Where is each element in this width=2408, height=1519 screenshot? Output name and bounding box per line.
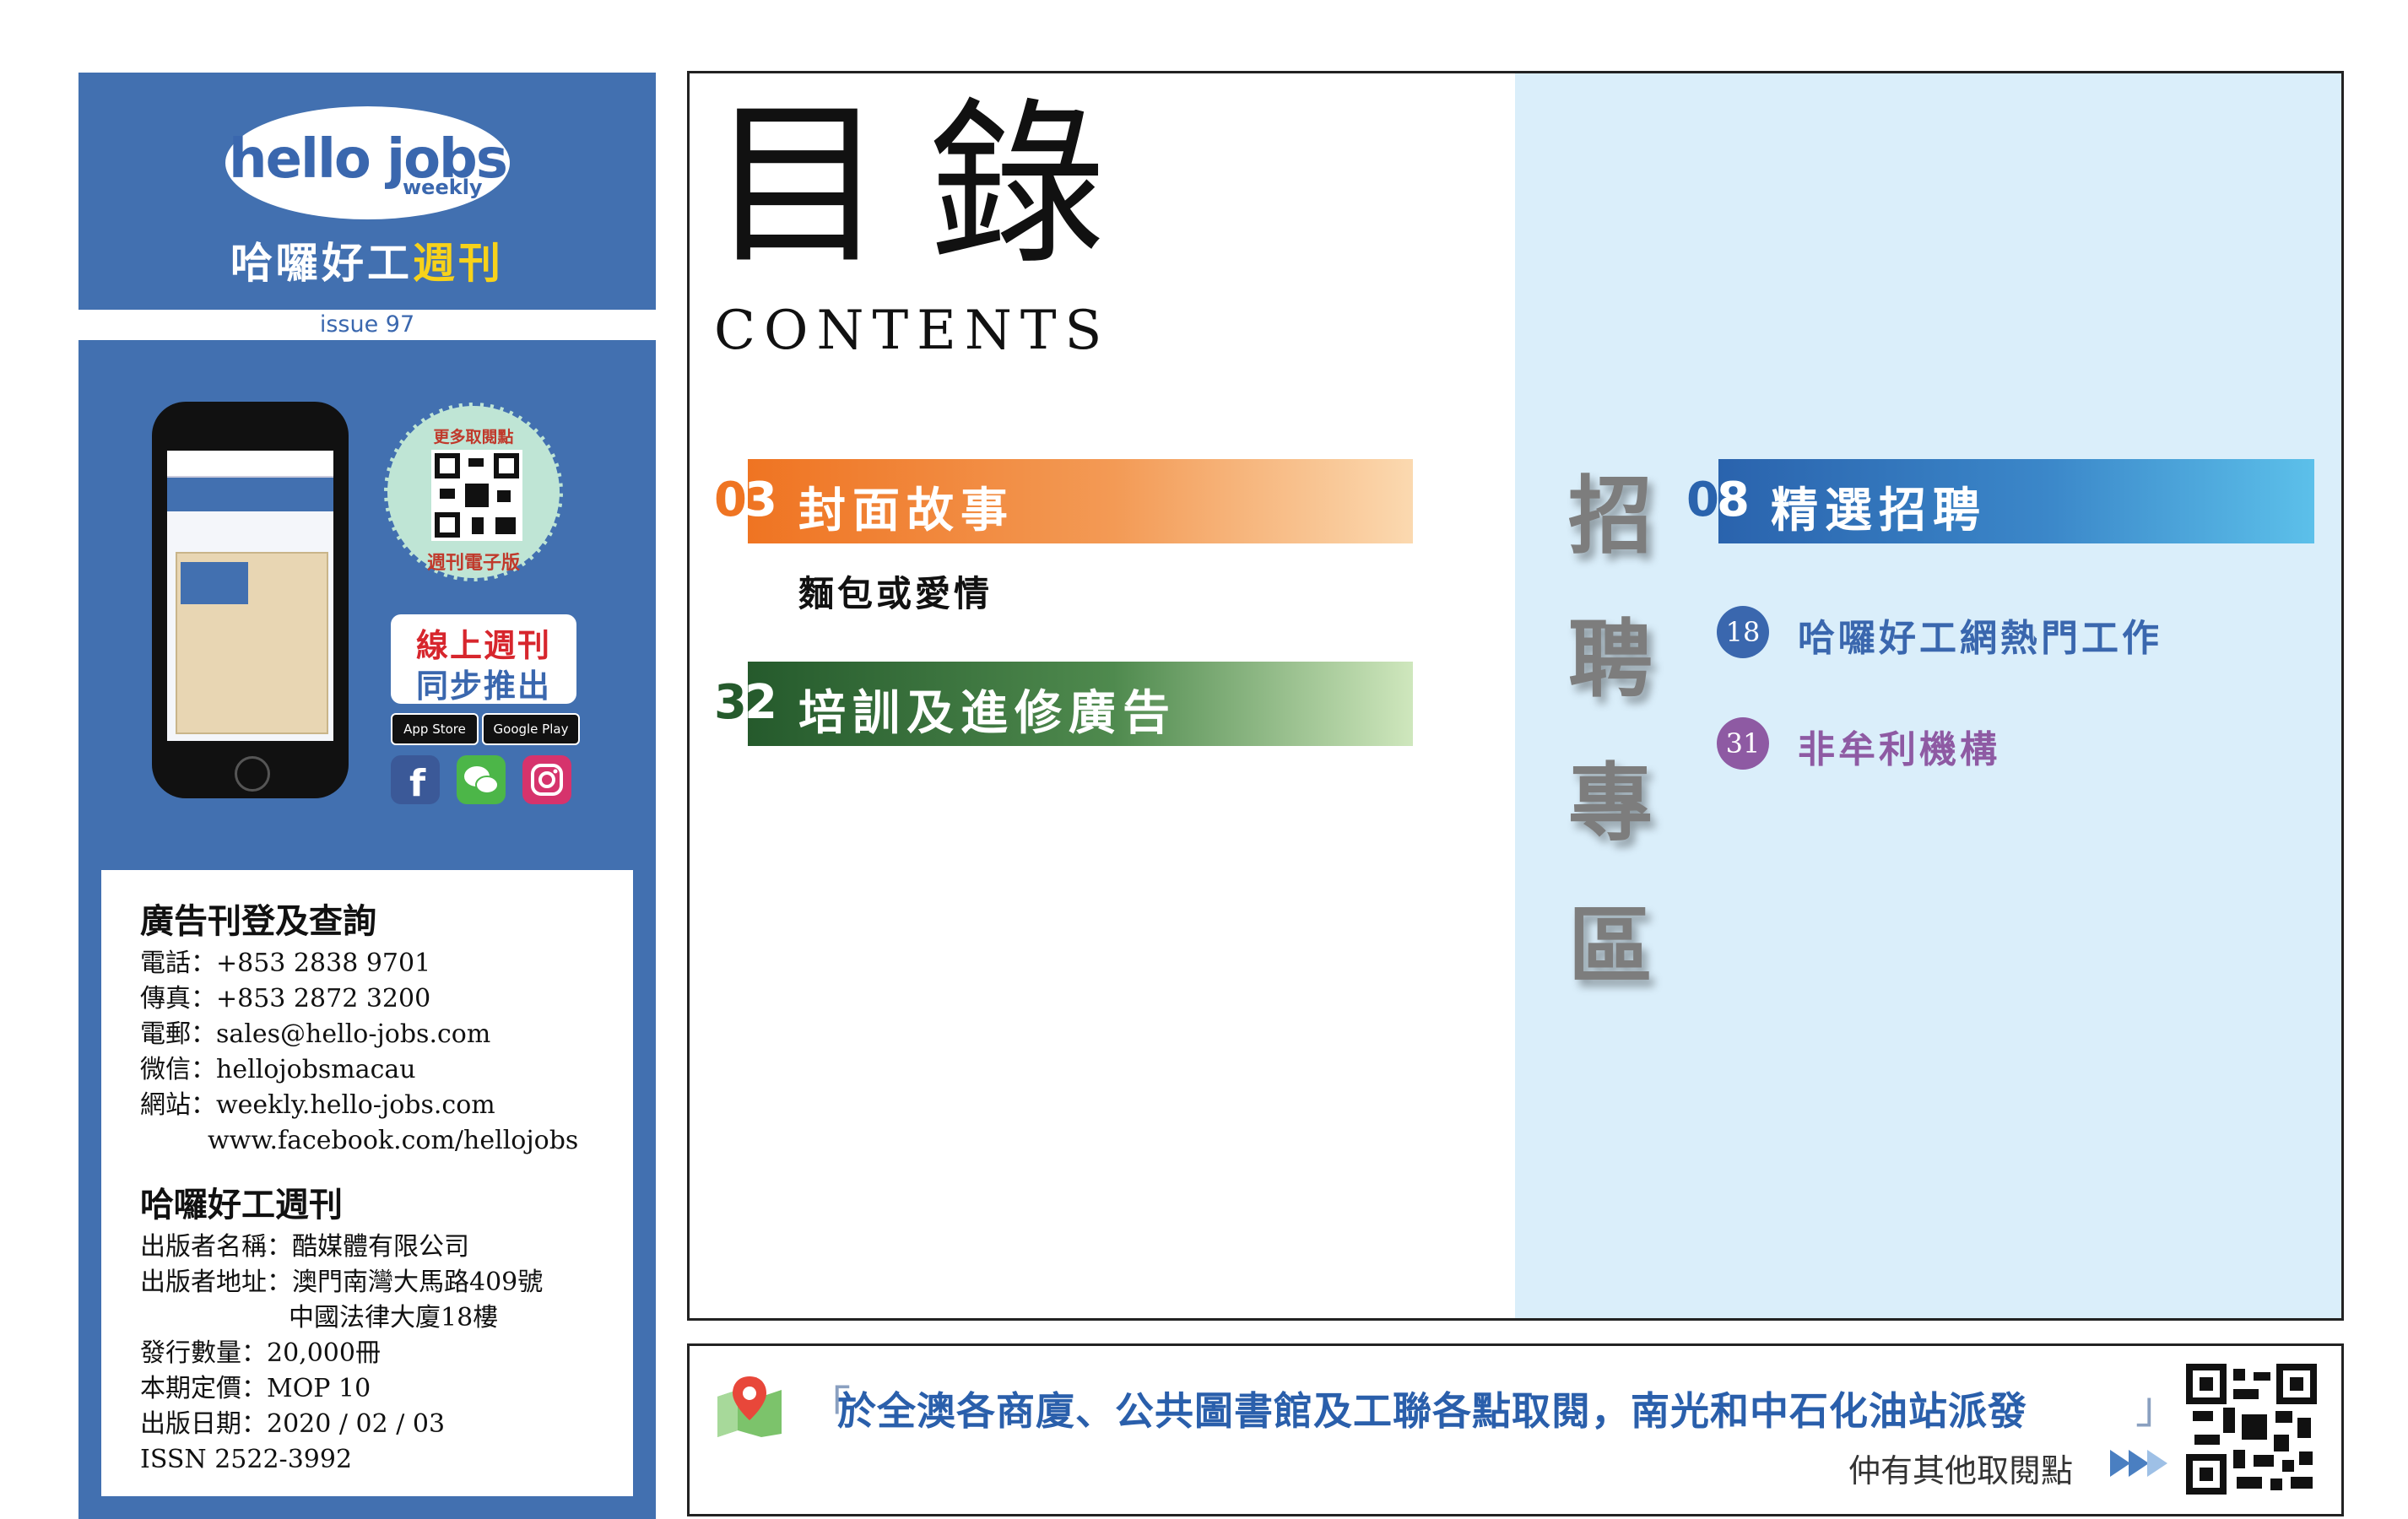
section-training-num-a: 3 [714, 675, 747, 730]
map-pin-icon [714, 1371, 785, 1437]
app-store-badge[interactable]: App Store [391, 713, 479, 745]
hello-jobs-logo: hello jobs weekly [225, 106, 510, 219]
section-featured-jobs-label: 精選招聘 [1771, 483, 1987, 538]
ad-facebook: www.facebook.com/hellojobs [208, 1126, 579, 1155]
logo-chinese-yellow: 週刊 [413, 239, 504, 288]
ad-wechat: 微信：hellojobsmacau [140, 1055, 416, 1084]
recruit-vertical-char-3: 專 [1568, 754, 1653, 852]
item-nonprofit-num: 31 [1717, 717, 1769, 770]
qr-code-icon[interactable] [431, 450, 522, 541]
ad-email: 電郵：sales@hello-jobs.com [140, 1019, 491, 1049]
section-training-num-b: 2 [744, 675, 777, 730]
svg-text:f: f [409, 762, 426, 804]
qr-badge[interactable]: 更多取閱點 週刊電子版 [384, 403, 563, 581]
phone-screen [167, 451, 333, 741]
online-weekly-line2: 同步推出 [415, 668, 551, 705]
pub-circulation: 發行數量：20,000冊 [140, 1338, 381, 1368]
recruit-vertical-char-1: 招 [1568, 467, 1653, 565]
page-subtitle: CONTENTS [714, 300, 1111, 362]
item-hot-jobs-label[interactable]: 哈囉好工網熱門工作 [1798, 608, 2162, 662]
phone-nav-bar [167, 478, 333, 511]
masthead: hello jobs weekly 哈囉好工週刊 [78, 73, 656, 310]
section-cover-story-label: 封面故事 [798, 483, 1015, 538]
facebook-icon[interactable]: f [391, 755, 440, 805]
distribution-notice: 於全澳各商廈、公共圖書館及工聯各點取閱，南光和中石化油站派發 [837, 1388, 2027, 1434]
info-box: 廣告刊登及查詢 電話：+853 2838 9701 傳真：+853 2872 3… [101, 870, 633, 1496]
more-pickup-points[interactable]: 仲有其他取閱點 [1848, 1445, 2073, 1491]
ad-fax: 傳真：+853 2872 3200 [140, 984, 431, 1014]
logo-sub: weekly [403, 176, 483, 199]
logo-chinese: 哈囉好工週刊 [78, 230, 656, 290]
wechat-icon[interactable] [457, 755, 506, 804]
qr-badge-bottom-label: 週刊電子版 [426, 553, 520, 574]
pub-section-heading: 哈囉好工週刊 [140, 1186, 343, 1224]
qr-badge-top-label: 更多取閱點 [433, 428, 514, 446]
section-featured-jobs-num-b: 8 [1717, 473, 1750, 527]
pub-issn: ISSN 2522-3992 [140, 1445, 353, 1474]
page-title: 目錄 [709, 82, 1149, 289]
ad-website: 網站：weekly.hello-jobs.com [140, 1090, 495, 1120]
google-play-label: Google Play [493, 722, 569, 737]
section-cover-story-num-b: 3 [744, 473, 777, 527]
google-play-badge[interactable]: Google Play [482, 713, 580, 745]
pub-price: 本期定價：MOP 10 [140, 1374, 371, 1403]
item-nonprofit-label[interactable]: 非牟利機構 [1798, 719, 2000, 773]
pub-date: 出版日期：2020 / 02 / 03 [140, 1409, 446, 1439]
pub-address: 出版者地址：澳門南灣大馬路409號 [140, 1268, 544, 1297]
pub-publisher: 出版者名稱：酷媒體有限公司 [140, 1232, 469, 1262]
online-weekly-badge[interactable]: 線上週刊 同步推出 [391, 614, 576, 705]
recruit-vertical-char-2: 聘 [1568, 610, 1653, 709]
online-weekly-line1: 線上週刊 [415, 627, 551, 664]
pickup-points-qr-icon[interactable] [2186, 1364, 2317, 1495]
pub-address-2: 中國法律大廈18樓 [289, 1303, 499, 1333]
issue-number: issue 97 [319, 311, 415, 338]
cover-story-subtitle[interactable]: 麵包或愛情 [798, 565, 993, 617]
phone-home-button [235, 756, 270, 792]
phone-cover-logo [181, 562, 248, 604]
instagram-icon[interactable] [522, 755, 571, 804]
chevron-right-icon[interactable] [2110, 1446, 2169, 1484]
item-hot-jobs-num: 18 [1717, 606, 1769, 658]
ad-section-heading: 廣告刊登及查詢 [140, 902, 376, 941]
recruit-vertical-char-4: 區 [1568, 897, 1653, 996]
logo-chinese-white: 哈囉好工 [230, 239, 413, 288]
section-training-label: 培訓及進修廣告 [798, 685, 1177, 741]
notice-close-bracket: 」 [2135, 1383, 2180, 1434]
phone-mockup [152, 402, 349, 798]
ad-phone: 電話：+853 2838 9701 [140, 949, 431, 978]
section-featured-jobs-num-a: 0 [1686, 473, 1719, 527]
app-store-label: App Store [403, 722, 466, 737]
phone-browser-bar [167, 451, 333, 478]
section-cover-story-num-a: 0 [714, 473, 747, 527]
